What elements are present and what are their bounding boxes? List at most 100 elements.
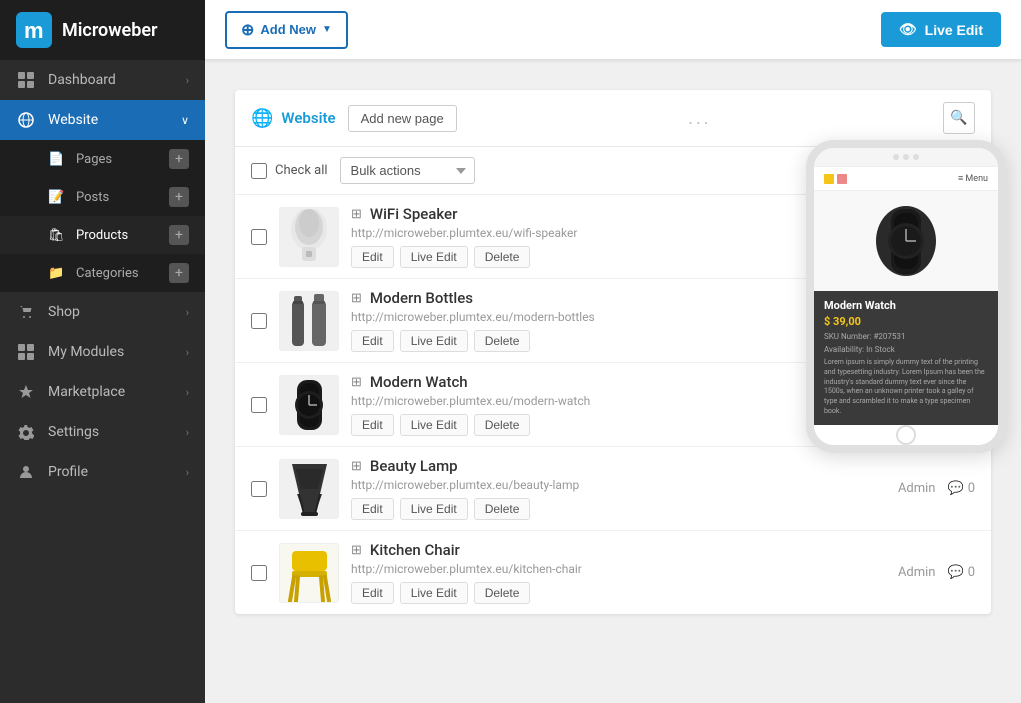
settings-icon: [16, 424, 36, 440]
product-author-4: Admin: [898, 481, 936, 496]
product-url-4: http://microweber.plumtex.eu/beauty-lamp: [351, 478, 886, 492]
sidebar-item-settings[interactable]: Settings ›: [0, 412, 205, 452]
product-name-1: WiFi Speaker: [370, 205, 458, 223]
delete-btn-5[interactable]: Delete: [474, 582, 531, 604]
product-thumb-1: [279, 207, 339, 267]
live-edit-btn-2[interactable]: Live Edit: [400, 330, 468, 352]
categories-icon: 📁: [48, 266, 66, 281]
edit-btn-2[interactable]: Edit: [351, 330, 394, 352]
sidebar-item-modules[interactable]: My Modules ›: [0, 332, 205, 372]
product-meta-4: Admin 💬 0: [898, 481, 975, 496]
modules-label: My Modules: [48, 344, 186, 360]
product-checkbox-4[interactable]: [251, 481, 267, 497]
live-edit-btn-5[interactable]: Live Edit: [400, 582, 468, 604]
phone-home-button[interactable]: [896, 425, 916, 445]
product-name-row-5: ⊞ Kitchen Chair: [351, 541, 886, 559]
comment-num-5: 0: [968, 565, 975, 580]
delete-btn-1[interactable]: Delete: [474, 246, 531, 268]
product-actions-5: Edit Live Edit Delete: [351, 582, 886, 604]
phone-top-bar: [814, 148, 998, 167]
product-meta-5: Admin 💬 0: [898, 565, 975, 580]
panel-header: 🌐 Website Add new page ... 🔍: [235, 90, 991, 147]
dropdown-arrow-icon: ▼: [322, 24, 332, 35]
live-edit-btn-4[interactable]: Live Edit: [400, 498, 468, 520]
check-all-label[interactable]: Check all: [251, 163, 328, 179]
comment-num-4: 0: [968, 481, 975, 496]
live-edit-btn-3[interactable]: Live Edit: [400, 414, 468, 436]
sidebar-item-marketplace[interactable]: Marketplace ›: [0, 372, 205, 412]
phone-dot-1: [893, 154, 899, 160]
edit-btn-1[interactable]: Edit: [351, 246, 394, 268]
product-name-4: Beauty Lamp: [370, 457, 458, 475]
settings-label: Settings: [48, 424, 186, 440]
product-info-4: ⊞ Beauty Lamp http://microweber.plumtex.…: [351, 457, 886, 520]
phone-sku: SKU Number: #207531: [824, 332, 988, 341]
posts-add-button[interactable]: +: [169, 187, 189, 207]
shop-arrow: ›: [186, 306, 189, 319]
delete-btn-4[interactable]: Delete: [474, 498, 531, 520]
shop-label: Shop: [48, 304, 186, 320]
product-name-5: Kitchen Chair: [370, 541, 460, 559]
plus-icon: ⊕: [241, 20, 254, 40]
sub-nav-website: 📄 Pages + 📝 Posts + 🛍 Products + 📁 Categ…: [0, 140, 205, 292]
delete-btn-3[interactable]: Delete: [474, 414, 531, 436]
marketplace-label: Marketplace: [48, 384, 186, 400]
top-bar: ⊕ Add New ▼ 👁 Live Edit: [205, 0, 1021, 60]
website-tab[interactable]: 🌐 Website: [251, 108, 336, 129]
product-page-icon-3: ⊞: [351, 375, 362, 390]
phone-mockup: ≡ Menu Modern Watch $ 39,00 SKU Number: …: [806, 140, 1006, 453]
content-area: 🌐 Website Add new page ... 🔍 Check all B…: [205, 60, 1021, 703]
website-label: Website: [48, 112, 181, 128]
search-icon: 🔍: [950, 110, 967, 126]
modules-icon: [16, 344, 36, 360]
check-all-checkbox[interactable]: [251, 163, 267, 179]
sidebar-item-dashboard[interactable]: Dashboard ›: [0, 60, 205, 100]
phone-price: $ 39,00: [824, 315, 988, 328]
categories-add-button[interactable]: +: [169, 263, 189, 283]
sidebar-item-products[interactable]: 🛍 Products +: [0, 216, 205, 254]
product-name-2: Modern Bottles: [370, 289, 473, 307]
live-edit-button[interactable]: 👁 Live Edit: [881, 12, 1001, 47]
settings-arrow: ›: [186, 426, 189, 439]
phone-dot-2: [903, 154, 909, 160]
add-page-button[interactable]: Add new page: [348, 105, 457, 132]
phone-description: Lorem ipsum is simply dummy text of the …: [824, 358, 988, 417]
edit-btn-3[interactable]: Edit: [351, 414, 394, 436]
pages-add-button[interactable]: +: [169, 149, 189, 169]
phone-product-image: [814, 191, 998, 291]
bulk-actions-select[interactable]: Bulk actions Delete selected Publish sel…: [340, 157, 475, 184]
pages-label: Pages: [76, 152, 169, 167]
sidebar-item-posts[interactable]: 📝 Posts +: [0, 178, 205, 216]
product-checkbox-1[interactable]: [251, 229, 267, 245]
product-checkbox-2[interactable]: [251, 313, 267, 329]
product-thumb-5: [279, 543, 339, 603]
profile-arrow: ›: [186, 466, 189, 479]
pages-icon: 📄: [48, 152, 66, 167]
sidebar: m Microweber Dashboard › Website ∨ 📄 Pag…: [0, 0, 205, 703]
sidebar-item-profile[interactable]: Profile ›: [0, 452, 205, 492]
marketplace-icon: [16, 384, 36, 400]
comment-count-5: 💬 0: [948, 565, 976, 580]
delete-btn-2[interactable]: Delete: [474, 330, 531, 352]
add-new-button[interactable]: ⊕ Add New ▼: [225, 11, 348, 49]
product-thumb-4: [279, 459, 339, 519]
phone-menu-icon: ≡ Menu: [958, 173, 988, 184]
product-row: ⊞ Kitchen Chair http://microweber.plumte…: [235, 531, 991, 614]
eye-icon: 👁: [899, 21, 917, 38]
sidebar-item-shop[interactable]: Shop ›: [0, 292, 205, 332]
sidebar-item-pages[interactable]: 📄 Pages +: [0, 140, 205, 178]
live-edit-btn-1[interactable]: Live Edit: [400, 246, 468, 268]
edit-btn-4[interactable]: Edit: [351, 498, 394, 520]
sidebar-item-website[interactable]: Website ∨: [0, 100, 205, 140]
product-page-icon-5: ⊞: [351, 543, 362, 558]
product-checkbox-3[interactable]: [251, 397, 267, 413]
website-tab-label: Website: [281, 109, 335, 127]
main-content: ⊕ Add New ▼ 👁 Live Edit 🌐 Website Add ne…: [205, 0, 1021, 703]
products-add-button[interactable]: +: [169, 225, 189, 245]
globe-icon: 🌐: [251, 108, 273, 129]
search-button[interactable]: 🔍: [943, 102, 975, 134]
product-url-5: http://microweber.plumtex.eu/kitchen-cha…: [351, 562, 886, 576]
product-checkbox-5[interactable]: [251, 565, 267, 581]
edit-btn-5[interactable]: Edit: [351, 582, 394, 604]
sidebar-item-categories[interactable]: 📁 Categories +: [0, 254, 205, 292]
